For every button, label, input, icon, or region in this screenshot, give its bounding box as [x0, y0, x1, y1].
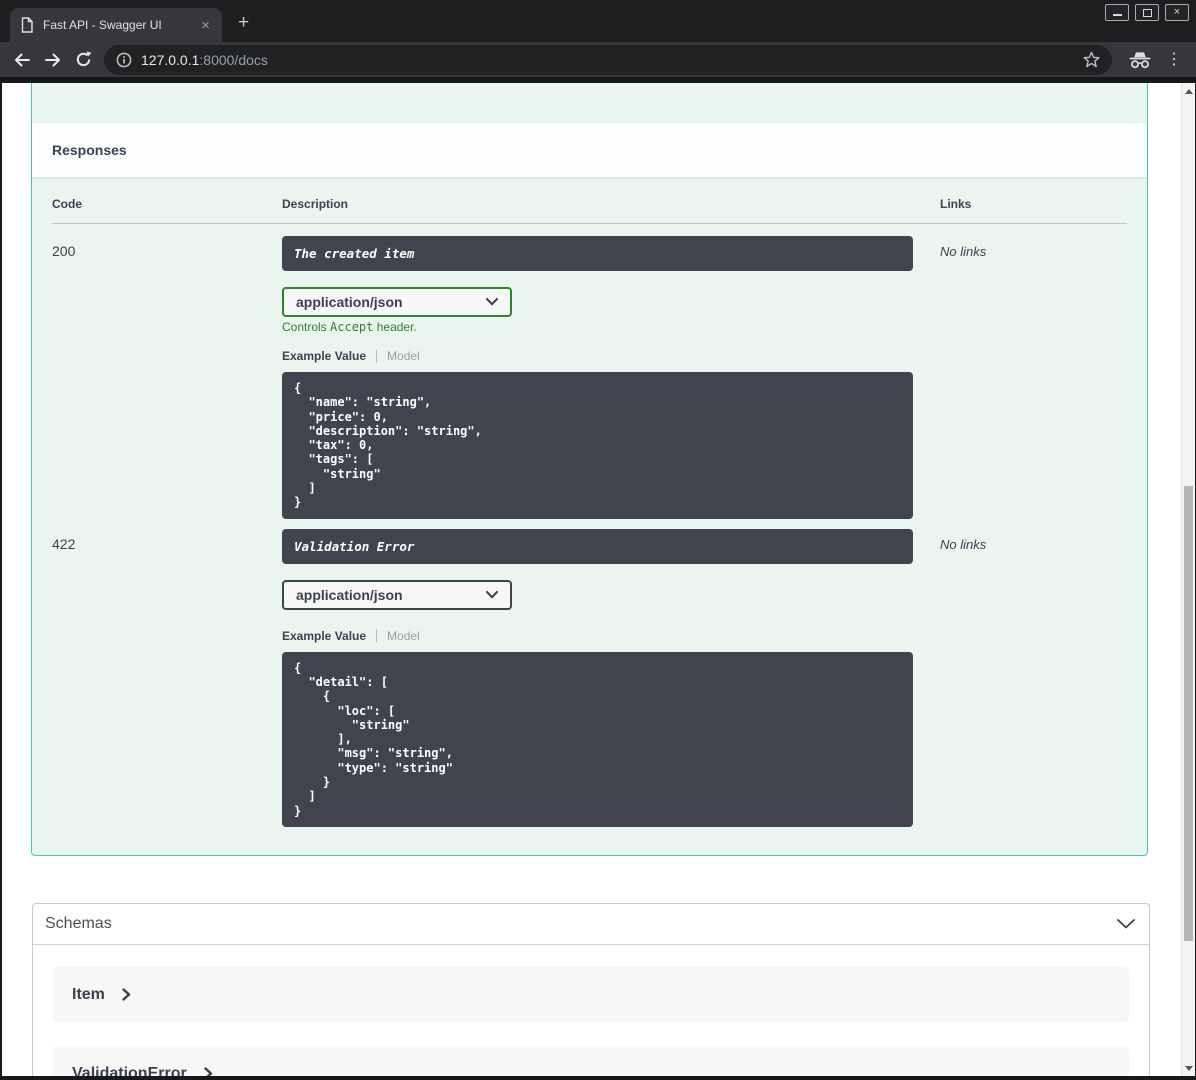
browser-titlebar: Fast API - Swagger UI × + ×: [0, 0, 1196, 42]
response-description-col: The created item application/json Contro…: [282, 236, 940, 519]
page-favicon-icon: [21, 17, 33, 33]
chevron-down-icon: [486, 298, 498, 306]
page-scrollbar[interactable]: [1181, 83, 1195, 1076]
maximize-button[interactable]: [1135, 4, 1159, 21]
forward-button[interactable]: [44, 52, 62, 68]
minimize-icon: [1112, 14, 1122, 16]
response-links-col: No links: [940, 236, 1127, 519]
url-bar[interactable]: 127.0.0.1:8000/docs: [104, 44, 1112, 75]
response-description: The created item: [282, 236, 913, 271]
responses-table: Code Description Links 200 The created i…: [32, 177, 1147, 847]
response-row-200: 200 The created item application/json Co…: [52, 224, 1127, 519]
back-button[interactable]: [13, 52, 31, 68]
responses-title: Responses: [52, 142, 127, 158]
tab-close-icon[interactable]: ×: [199, 18, 212, 33]
schemas-header[interactable]: Schemas: [33, 904, 1149, 945]
content-type-select[interactable]: application/json: [282, 579, 512, 610]
tab-title: Fast API - Swagger UI: [43, 18, 162, 32]
scrollbar-thumb[interactable]: [1184, 486, 1193, 941]
response-code: 422: [52, 535, 76, 552]
example-value-block: { "detail": [ { "loc": [ "string" ], "ms…: [282, 651, 913, 827]
content-type-value: application/json: [296, 294, 403, 310]
scroll-down-arrow-icon[interactable]: [1182, 1061, 1195, 1075]
content-type-select[interactable]: application/json: [282, 287, 512, 317]
content-type-value: application/json: [296, 586, 403, 603]
url-text: 127.0.0.1:8000/docs: [141, 52, 268, 68]
back-arrow-icon: [15, 53, 30, 66]
response-description-col: Validation Error application/json Exampl…: [282, 528, 940, 827]
close-button[interactable]: ×: [1165, 4, 1189, 21]
reload-button[interactable]: [75, 51, 92, 68]
chevron-down-icon: [486, 590, 498, 599]
model-tab[interactable]: Model: [387, 629, 420, 643]
responses-table-header: Code Description Links: [52, 187, 1127, 223]
code-column-header: Code: [52, 197, 82, 211]
model-tab[interactable]: Model: [387, 349, 420, 363]
example-value-block: { "name": "string", "price": 0, "descrip…: [282, 372, 913, 519]
example-model-tabs: Example Value Model: [282, 349, 940, 363]
browser-tab[interactable]: Fast API - Swagger UI ×: [10, 8, 222, 42]
url-host: 127.0.0.1: [141, 51, 200, 68]
schemas-section: Schemas Item ValidationError: [32, 903, 1150, 1076]
no-links-text: No links: [940, 244, 987, 259]
accept-header-code: Accept: [330, 320, 374, 334]
chevron-right-icon: [122, 988, 131, 1001]
response-links-col: No links: [940, 529, 1127, 827]
bookmark-star-icon: [1083, 51, 1100, 68]
minimize-button[interactable]: [1105, 4, 1129, 21]
maximize-icon: [1142, 8, 1152, 17]
controls-accept-note: Controls Accept header.: [282, 320, 417, 334]
schemas-title: Schemas: [45, 915, 112, 932]
url-path: :8000/docs: [199, 51, 268, 68]
site-info-icon[interactable]: [116, 52, 132, 68]
swagger-docs-page: Responses Code Description Links 200 The…: [2, 83, 1195, 1076]
schema-item-card[interactable]: Item: [53, 967, 1129, 1022]
example-model-tabs: Example Value Model: [282, 629, 940, 643]
schema-name: ValidationError: [72, 1064, 187, 1077]
scroll-up-arrow-icon[interactable]: [1182, 84, 1195, 98]
post-opblock-panel: Responses Code Description Links 200 The…: [31, 83, 1148, 856]
example-value-tab[interactable]: Example Value: [282, 349, 366, 363]
forward-arrow-icon: [45, 53, 60, 66]
schemas-list: Item ValidationError: [33, 945, 1149, 1076]
schema-name: Item: [72, 985, 105, 1003]
response-row-422: 422 Validation Error application/json Ex…: [52, 519, 1127, 827]
new-tab-button[interactable]: +: [238, 13, 249, 32]
schema-item-card[interactable]: ValidationError: [53, 1046, 1129, 1076]
response-description: Validation Error: [282, 528, 913, 564]
chevron-right-icon: [204, 1067, 213, 1076]
response-code: 200: [52, 243, 76, 259]
browser-menu-button[interactable]: ⋮: [1166, 51, 1182, 68]
example-json: { "name": "string", "price": 0, "descrip…: [294, 381, 482, 510]
reload-icon: [76, 51, 92, 67]
example-value-tab[interactable]: Example Value: [282, 629, 366, 643]
window-controls: ×: [1105, 4, 1189, 21]
tab-divider: [376, 349, 378, 363]
bookmark-button[interactable]: [1083, 51, 1100, 68]
no-links-text: No links: [940, 536, 987, 552]
description-column-header: Description: [282, 197, 349, 211]
links-column-header: Links: [940, 197, 972, 211]
tab-divider: [376, 629, 378, 643]
incognito-icon: [1128, 51, 1152, 69]
example-json: { "detail": [ { "loc": [ "string" ], "ms…: [294, 660, 453, 818]
responses-section-header: Responses: [32, 123, 1147, 177]
schemas-collapse-chevron-icon[interactable]: [1117, 919, 1135, 929]
browser-toolbar: 127.0.0.1:8000/docs ⋮: [0, 42, 1196, 80]
